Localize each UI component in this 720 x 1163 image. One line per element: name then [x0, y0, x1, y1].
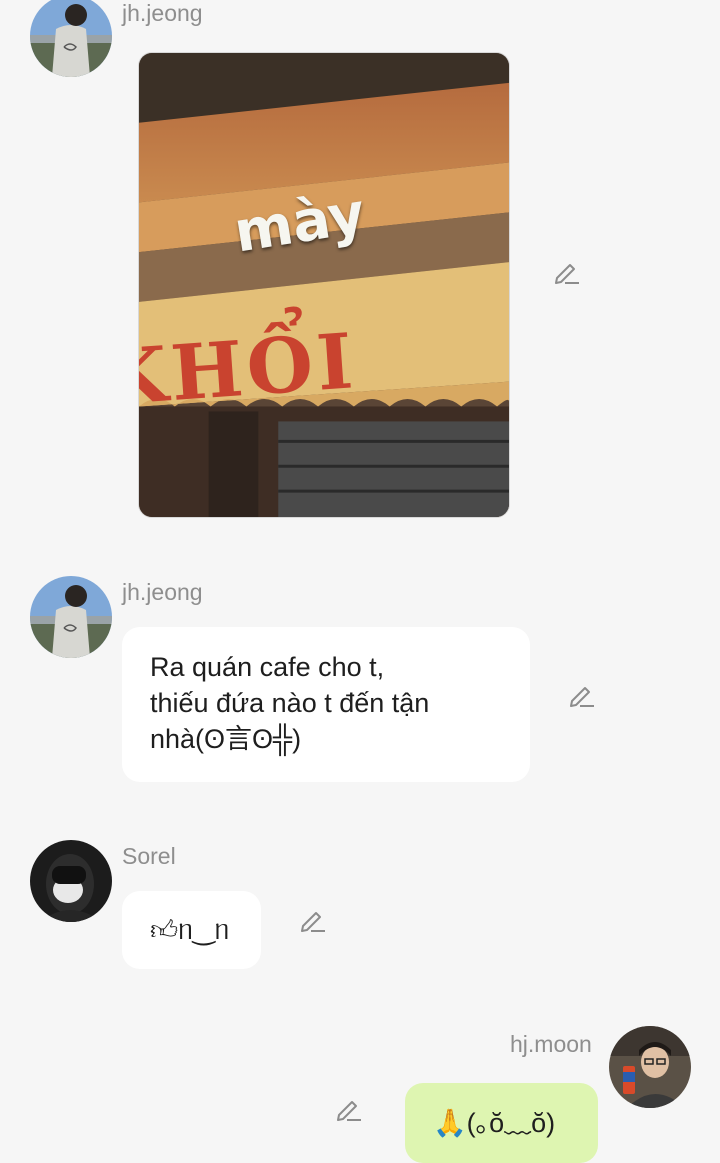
- message-text-line: 👍︎ᥒ‿ᥒ: [150, 915, 230, 945]
- sender-name: Sorel: [122, 843, 176, 869]
- edit-icon[interactable]: [333, 1094, 363, 1124]
- edit-icon[interactable]: [551, 257, 581, 287]
- sender-name: jh.jeong: [122, 579, 203, 605]
- avatar-jh-jeong[interactable]: [30, 0, 112, 77]
- image-message[interactable]: mày KHỔI: [138, 52, 510, 518]
- message-text-line: 🙏(｡ŏ﹏ŏ): [433, 1108, 556, 1138]
- message-bubble[interactable]: Ra quán cafe cho t, thiếu đứa nào t đến …: [122, 627, 530, 782]
- sender-name: jh.jeong: [122, 0, 203, 26]
- message-text-line: Ra quán cafe cho t,: [150, 652, 385, 682]
- avatar-hj-moon[interactable]: [609, 1026, 691, 1108]
- message-bubble[interactable]: 🙏(｡ŏ﹏ŏ): [405, 1083, 598, 1163]
- edit-icon[interactable]: [566, 680, 596, 710]
- avatar-sorel[interactable]: [30, 840, 112, 922]
- message-text-line: nhà(ʘ言ʘ╬): [150, 724, 302, 754]
- sender-name: hj.moon: [510, 1031, 592, 1057]
- avatar-jh-jeong[interactable]: [30, 576, 112, 658]
- image-sign-text: KHỔI: [138, 316, 360, 423]
- edit-icon[interactable]: [297, 905, 327, 935]
- message-bubble[interactable]: 👍︎ᥒ‿ᥒ: [122, 891, 261, 969]
- message-text-line: thiếu đứa nào t đến tận: [150, 688, 430, 718]
